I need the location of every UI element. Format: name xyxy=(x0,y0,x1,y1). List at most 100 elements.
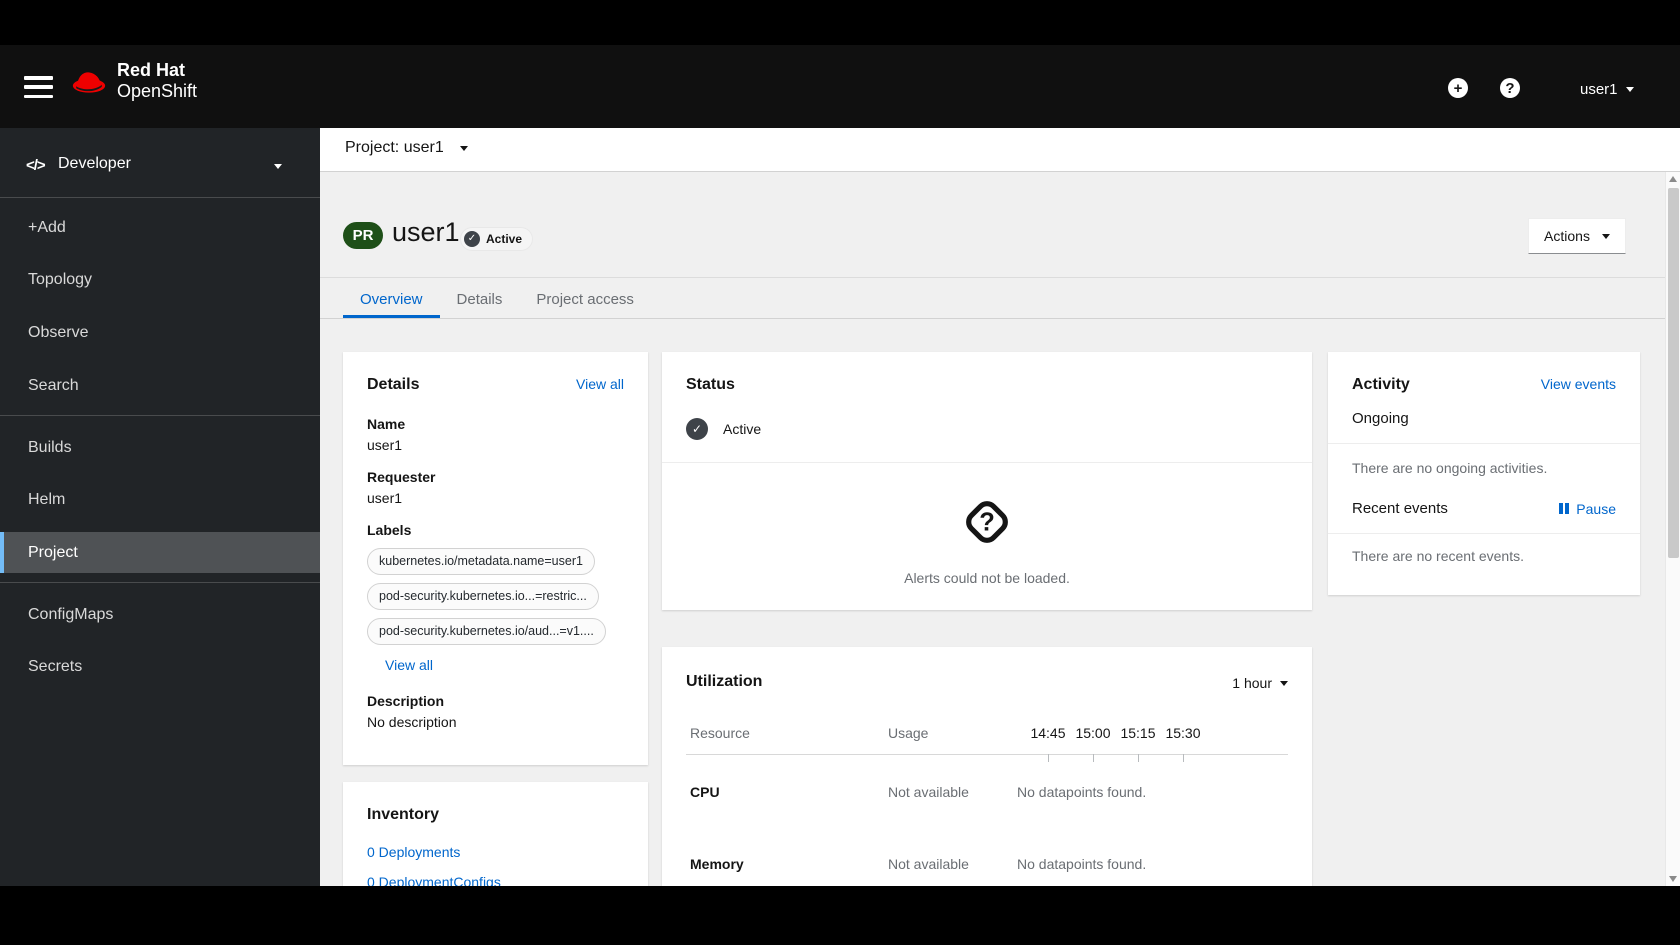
details-card: Details View all Name user1 Requester us… xyxy=(343,352,648,765)
sidebar-item-configmaps[interactable]: ConfigMaps xyxy=(0,595,320,635)
sidebar-item-helm[interactable]: Helm xyxy=(0,480,320,520)
label-chip: pod-security.kubernetes.io...=restric... xyxy=(367,583,599,610)
divider xyxy=(0,415,320,416)
duration-dropdown-label: 1 hour xyxy=(1232,675,1272,691)
requester-label: Requester xyxy=(367,469,436,485)
project-selector-label: Project: user1 xyxy=(345,139,444,156)
memory-resource-label: Memory xyxy=(690,856,744,872)
chevron-down-icon xyxy=(274,164,282,169)
user-menu-label: user1 xyxy=(1580,81,1618,98)
usage-column-header: Usage xyxy=(888,725,929,741)
pause-icon xyxy=(1558,503,1570,514)
deployments-link[interactable]: 0 Deployments xyxy=(367,844,624,860)
chevron-down-icon xyxy=(459,145,468,151)
divider xyxy=(320,318,1680,319)
perspective-switcher[interactable]: Developer xyxy=(0,152,320,182)
sidebar-item-secrets[interactable]: Secrets xyxy=(0,647,320,687)
alerts-empty-state: ? Alerts could not be loaded. xyxy=(686,463,1288,586)
add-circle-icon[interactable]: + xyxy=(1448,78,1468,98)
resource-column-header: Resource xyxy=(690,725,750,741)
user-menu[interactable]: user1 xyxy=(1580,81,1634,98)
divider xyxy=(0,197,320,198)
divider xyxy=(1328,443,1640,444)
cpu-usage-value: Not available xyxy=(888,784,969,800)
check-circle-icon: ✓ xyxy=(686,418,708,440)
code-icon xyxy=(26,157,45,174)
divider xyxy=(320,277,1680,278)
view-events-link[interactable]: View events xyxy=(1541,376,1616,392)
inventory-card: Inventory 0 Deployments 0 DeploymentConf… xyxy=(343,782,648,886)
red-hat-fedora-icon xyxy=(72,72,106,93)
divider xyxy=(1328,533,1640,534)
help-circle-icon[interactable]: ? xyxy=(1500,78,1520,98)
axis-tick xyxy=(1048,754,1049,762)
tab-details[interactable]: Details xyxy=(440,283,520,318)
label-chip: pod-security.kubernetes.io/aud...=v1.... xyxy=(367,618,606,645)
project-resource-badge: PR xyxy=(343,222,383,249)
deploymentconfigs-link[interactable]: 0 DeploymentConfigs xyxy=(367,874,624,886)
recent-events-empty-text: There are no recent events. xyxy=(1352,548,1524,564)
main-content: Project: user1 PR user1 ✓ Active Actions… xyxy=(320,128,1680,886)
description-label: Description xyxy=(367,693,445,709)
axis-tick xyxy=(1138,754,1139,762)
activity-card: Activity View events Ongoing There are n… xyxy=(1328,352,1640,595)
inventory-card-title: Inventory xyxy=(367,806,440,823)
labels-view-all-link[interactable]: View all xyxy=(385,657,433,673)
chevron-down-icon xyxy=(1625,87,1634,92)
chevron-down-icon xyxy=(1601,233,1610,239)
utilization-card-title: Utilization xyxy=(686,673,763,690)
screen: Red Hat OpenShift + ? user1 Developer +A… xyxy=(0,0,1680,945)
sidebar-item-search[interactable]: Search xyxy=(0,366,320,406)
label-chip: kubernetes.io/metadata.name=user1 xyxy=(367,548,595,575)
page-title: user1 xyxy=(392,217,460,247)
sidebar-item-builds[interactable]: Builds xyxy=(0,428,320,468)
axis-tick xyxy=(1183,754,1184,762)
chevron-down-icon xyxy=(1280,680,1288,686)
status-badge-label: Active xyxy=(486,232,523,246)
actions-dropdown-label: Actions xyxy=(1544,228,1590,244)
requester-value: user1 xyxy=(367,490,403,506)
pause-button-label: Pause xyxy=(1576,500,1616,517)
cpu-sparkline-empty: No datapoints found. xyxy=(1017,784,1147,800)
brand-line1: Red Hat xyxy=(117,60,186,80)
scrollbar-thumb[interactable] xyxy=(1668,188,1679,558)
check-circle-icon: ✓ xyxy=(464,231,480,247)
sidebar-item-observe[interactable]: Observe xyxy=(0,313,320,353)
sidebar-item-add[interactable]: +Add xyxy=(0,208,320,248)
label-chips: kubernetes.io/metadata.name=user1 pod-se… xyxy=(367,548,624,645)
project-selector[interactable]: Project: user1 xyxy=(345,139,468,157)
utilization-card: Utilization 1 hour Resource Usage 14:45 … xyxy=(662,647,1312,886)
ongoing-label: Ongoing xyxy=(1352,410,1409,427)
menu-toggle-icon[interactable] xyxy=(24,76,53,98)
project-status-text: Active xyxy=(723,421,762,437)
scroll-down-arrow-icon[interactable] xyxy=(1669,876,1677,882)
alerts-message: Alerts could not be loaded. xyxy=(904,570,1070,586)
divider xyxy=(0,582,320,583)
status-badge: ✓ Active xyxy=(460,227,534,251)
details-view-all-link[interactable]: View all xyxy=(576,376,624,392)
scroll-up-arrow-icon[interactable] xyxy=(1669,176,1677,182)
cpu-resource-label: CPU xyxy=(690,784,720,800)
brand-line2: OpenShift xyxy=(117,81,198,102)
name-value: user1 xyxy=(367,437,403,453)
status-card: Status ✓ Active ? Alerts could not be lo… xyxy=(662,352,1312,610)
pause-button[interactable]: Pause xyxy=(1558,500,1616,517)
sidebar-item-project[interactable]: Project xyxy=(0,532,320,573)
tab-project-access[interactable]: Project access xyxy=(519,283,651,318)
memory-usage-value: Not available xyxy=(888,856,969,872)
sidebar-item-topology[interactable]: Topology xyxy=(0,260,320,300)
axis-tick xyxy=(1093,754,1094,762)
duration-dropdown[interactable]: 1 hour xyxy=(1232,675,1288,691)
ongoing-empty-text: There are no ongoing activities. xyxy=(1352,460,1548,476)
project-bar: Project: user1 xyxy=(320,128,1680,172)
tab-overview[interactable]: Overview xyxy=(343,283,440,318)
time-tick-label: 15:30 xyxy=(1165,725,1201,741)
time-tick-label: 15:00 xyxy=(1075,725,1111,741)
sidebar-nav: Developer +Add Topology Observe Search B… xyxy=(0,128,320,886)
activity-card-title: Activity xyxy=(1352,376,1410,393)
scrollbar[interactable] xyxy=(1665,172,1680,886)
unknown-status-icon: ? xyxy=(966,501,1008,543)
actions-dropdown[interactable]: Actions xyxy=(1528,218,1626,254)
memory-sparkline-empty: No datapoints found. xyxy=(1017,856,1147,872)
brand-logo[interactable]: Red Hat OpenShift xyxy=(70,60,197,102)
